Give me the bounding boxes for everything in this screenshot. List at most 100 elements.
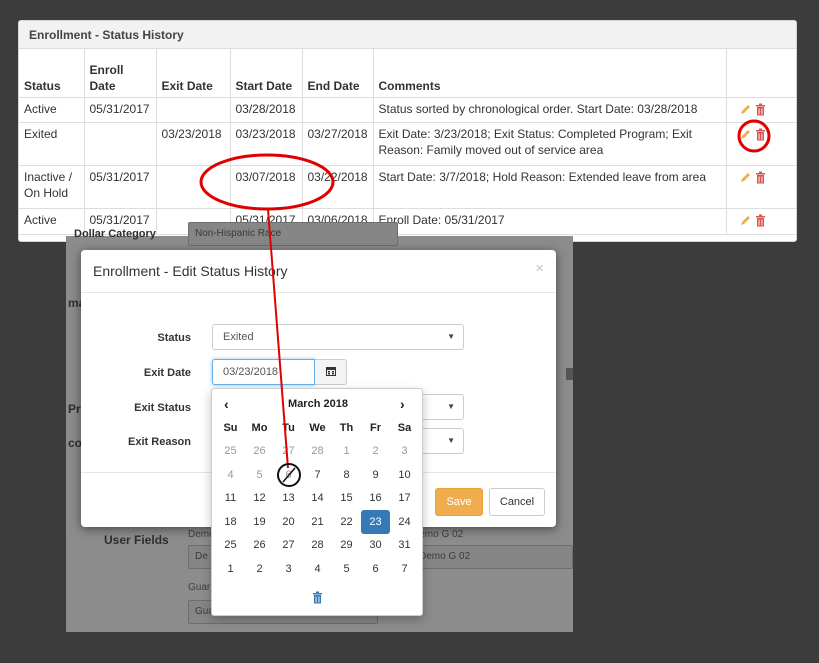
exit-date-input[interactable]: 03/23/2018 [212, 359, 315, 385]
cell-comments: Status sorted by chronological order. St… [372, 96, 727, 123]
exit-reason-label: Exit Reason [128, 436, 191, 448]
day-cell[interactable]: 15 [332, 487, 361, 511]
day-cell[interactable]: 19 [245, 510, 274, 534]
status-select-value: Exited [223, 331, 254, 343]
day-cell[interactable]: 7 [303, 463, 332, 487]
chevron-down-icon: ▼ [447, 332, 455, 341]
day-cell[interactable]: 7 [390, 557, 419, 581]
day-cell[interactable]: 28 [303, 440, 332, 464]
weekday-header: Su [223, 421, 238, 434]
datepicker: ‹ March 2018 › Su Mo Tu We Th Fr Sa 25 2… [211, 388, 423, 616]
cell-enroll-date: 05/31/2017 [83, 96, 157, 123]
chevron-down-icon: ▼ [447, 436, 455, 445]
chevron-down-icon: ▼ [447, 402, 455, 411]
trash-icon[interactable] [755, 214, 766, 227]
row-actions [725, 207, 796, 235]
day-cell[interactable]: 13 [274, 487, 303, 511]
day-cell[interactable]: 26 [245, 440, 274, 464]
save-button[interactable]: Save [435, 488, 483, 516]
trash-icon[interactable] [755, 171, 766, 184]
weekday-header: We [309, 421, 326, 434]
guardian-label: Guar [188, 582, 211, 593]
weekday-header: Sa [397, 421, 412, 434]
cell-start-date: 03/23/2018 [229, 121, 303, 166]
cell-end-date: 03/22/2018 [301, 164, 374, 209]
status-history-panel: Enrollment - Status History Status Enrol… [18, 20, 797, 242]
day-cell[interactable]: 27 [274, 534, 303, 558]
column-header-comments: Comments [372, 49, 727, 98]
day-cell[interactable]: 18 [216, 510, 245, 534]
day-cell[interactable]: 8 [332, 463, 361, 487]
day-cell-disabled: 6 [285, 468, 292, 481]
pencil-icon[interactable] [739, 214, 752, 227]
modal-title: Enrollment - Edit Status History [93, 263, 288, 279]
cell-end-date: 03/27/2018 [301, 121, 374, 166]
day-cell[interactable]: 4 [216, 463, 245, 487]
cell-enroll-date [83, 121, 157, 166]
cell-status: Inactive / On Hold [19, 164, 85, 209]
day-cell[interactable]: 5 [332, 557, 361, 581]
exit-date-value: 03/23/2018 [223, 366, 279, 378]
day-cell[interactable]: 26 [245, 534, 274, 558]
exit-date-label: Exit Date [143, 367, 191, 379]
day-cell[interactable]: 11 [216, 487, 245, 511]
day-cell[interactable]: 28 [303, 534, 332, 558]
day-cell[interactable]: 24 [390, 510, 419, 534]
day-cell-selected[interactable]: 23 [361, 510, 390, 534]
cell-comments: Start Date: 3/7/2018; Hold Reason: Exten… [372, 164, 727, 209]
pencil-icon[interactable] [739, 128, 752, 141]
day-cell[interactable]: 22 [332, 510, 361, 534]
trash-icon[interactable] [312, 591, 323, 604]
day-cell[interactable]: 25 [216, 534, 245, 558]
day-cell[interactable]: 6 [361, 557, 390, 581]
day-cell[interactable]: 4 [303, 557, 332, 581]
day-cell[interactable]: 12 [245, 487, 274, 511]
panel-title: Enrollment - Status History [19, 21, 796, 49]
cancel-button[interactable]: Cancel [489, 488, 545, 516]
day-cell[interactable]: 31 [390, 534, 419, 558]
cell-comments: Exit Date: 3/23/2018; Exit Status: Compl… [372, 121, 727, 166]
day-cell[interactable]: 20 [274, 510, 303, 534]
row-actions [725, 121, 796, 166]
day-cell[interactable]: 5 [245, 463, 274, 487]
prev-month-button[interactable]: ‹ [224, 396, 229, 412]
cell-exit-date [155, 164, 231, 209]
day-cell[interactable]: 14 [303, 487, 332, 511]
day-cell[interactable]: 3 [390, 440, 419, 464]
table-row: Inactive / On Hold 05/31/2017 03/07/2018… [19, 164, 796, 209]
day-cell[interactable]: 1 [332, 440, 361, 464]
column-header-status: Status [19, 49, 85, 98]
category-field[interactable]: Non-Hispanic Race [188, 222, 398, 246]
cell-end-date [301, 96, 374, 123]
column-header-start-date: Start Date [229, 49, 303, 98]
day-cell[interactable]: 29 [332, 534, 361, 558]
day-cell[interactable]: 25 [216, 440, 245, 464]
status-select[interactable]: Exited ▼ [212, 324, 464, 350]
trash-icon[interactable] [755, 103, 766, 116]
trash-icon[interactable] [755, 128, 766, 141]
background-scroll-marker [566, 368, 573, 380]
day-cell[interactable]: 27 [274, 440, 303, 464]
day-cell[interactable]: 1 [216, 557, 245, 581]
day-cell[interactable]: 3 [274, 557, 303, 581]
datepicker-grid: Su Mo Tu We Th Fr Sa 25 26 27 28 1 2 3 4… [216, 416, 419, 581]
close-icon[interactable]: × [535, 260, 544, 277]
demo-left-field[interactable]: De [188, 545, 212, 569]
calendar-icon [326, 367, 336, 376]
day-cell[interactable]: 17 [390, 487, 419, 511]
demo-right-field[interactable]: Demo G 02 [412, 545, 573, 569]
datepicker-title[interactable]: March 2018 [252, 398, 384, 410]
calendar-button[interactable] [315, 359, 347, 385]
day-cell[interactable]: 30 [361, 534, 390, 558]
next-month-button[interactable]: › [400, 396, 405, 412]
pencil-icon[interactable] [739, 103, 752, 116]
day-cell[interactable]: 2 [245, 557, 274, 581]
day-cell[interactable]: 21 [303, 510, 332, 534]
day-cell[interactable]: 2 [361, 440, 390, 464]
day-cell[interactable]: 10 [390, 463, 419, 487]
day-cell[interactable]: 16 [361, 487, 390, 511]
column-header-actions [725, 49, 796, 98]
day-cell[interactable]: 9 [361, 463, 390, 487]
pencil-icon[interactable] [739, 171, 752, 184]
left-fragment-3: co [68, 436, 83, 450]
